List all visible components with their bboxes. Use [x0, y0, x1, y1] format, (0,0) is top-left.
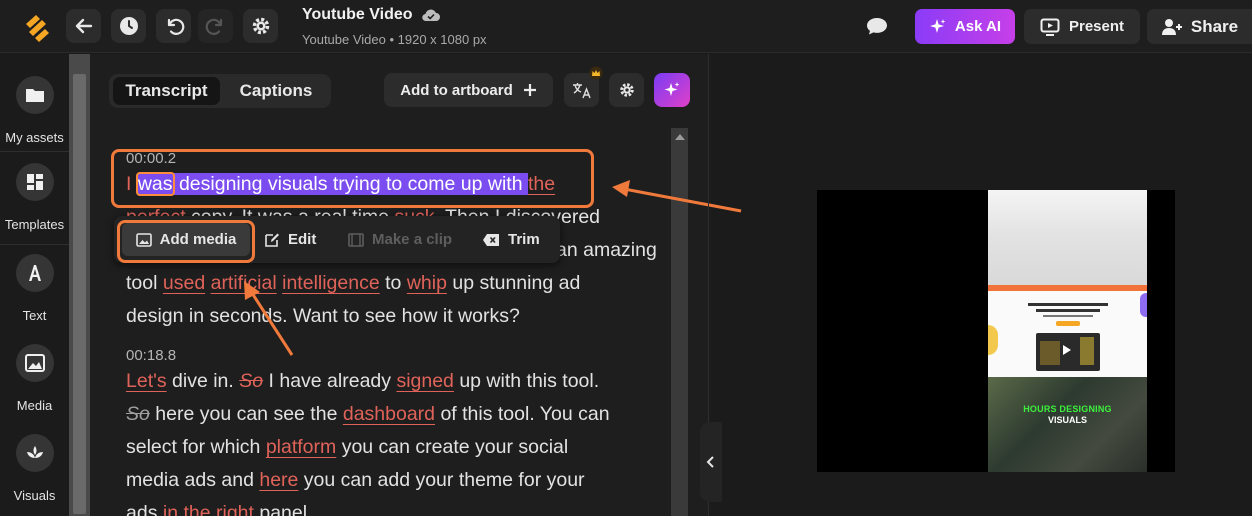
preview-play-icon [1063, 345, 1071, 355]
app-root: Youtube Video Youtube Video • 1920 x 108… [0, 0, 1252, 516]
chevron-left-icon [706, 456, 714, 468]
preview-accent-bar [988, 285, 1147, 291]
preview-thumb-block [1040, 341, 1060, 365]
preview-heading-line [1028, 303, 1108, 306]
arrow-to-highlight [612, 180, 742, 213]
preview-caption-line1: HOURS DESIGNING [1023, 404, 1112, 414]
preview-caption-line2: VISUALS [1047, 415, 1087, 425]
preview-screenshot [988, 285, 1147, 377]
preview-thumb-block [1080, 337, 1094, 365]
preview-decor [1140, 293, 1147, 317]
video-preview[interactable]: HOURS DESIGNING VISUALS [817, 190, 1175, 472]
preview-blurred-top [988, 190, 1147, 285]
preview-decor [988, 325, 998, 355]
preview-frame: HOURS DESIGNING VISUALS [988, 190, 1147, 472]
arrow-to-add-media [244, 281, 294, 356]
preview-cta [1056, 321, 1080, 326]
preview-subheading-line [1043, 315, 1093, 317]
preview-heading-line [1036, 309, 1100, 312]
collapse-panel-button[interactable] [700, 422, 722, 502]
